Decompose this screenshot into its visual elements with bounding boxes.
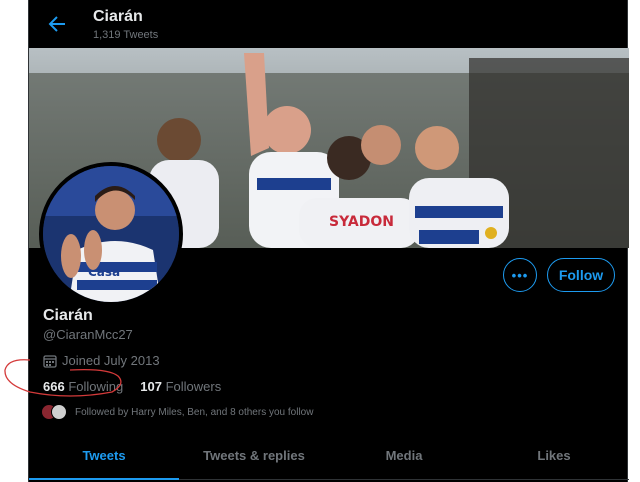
tweet-count: 1,319 Tweets bbox=[93, 29, 159, 41]
arrow-left-icon[interactable] bbox=[45, 12, 69, 36]
followed-by-text: Followed by Harry Miles, Ben, and 8 othe… bbox=[75, 406, 314, 418]
following-link[interactable]: 666 Following bbox=[43, 379, 123, 394]
mutual-avatar bbox=[51, 404, 67, 420]
followers-label: Followers bbox=[165, 379, 222, 394]
tab-media[interactable]: Media bbox=[329, 432, 479, 479]
profile-handle: @CiaranMcc27 bbox=[43, 327, 133, 342]
profile-page: Ciarán 1,319 Tweets SYADON Casa ••• Foll… bbox=[28, 0, 629, 482]
calendar-icon bbox=[43, 354, 57, 368]
follow-stats: 666 Following 107 Followers bbox=[43, 379, 221, 394]
following-count: 666 bbox=[43, 379, 65, 394]
header-title: Ciarán bbox=[93, 8, 143, 25]
following-label: Following bbox=[68, 379, 124, 394]
followers-link[interactable]: 107 Followers bbox=[140, 379, 221, 394]
more-options-button[interactable]: ••• bbox=[503, 258, 537, 292]
tab-tweets[interactable]: Tweets bbox=[29, 432, 179, 480]
profile-tabs: Tweets Tweets & replies Media Likes bbox=[29, 432, 629, 480]
tab-likes[interactable]: Likes bbox=[479, 432, 629, 479]
followers-count: 107 bbox=[140, 379, 162, 394]
follow-button[interactable]: Follow bbox=[547, 258, 615, 292]
banner-sponsor-text: SYADON bbox=[329, 214, 394, 230]
profile-name: Ciarán bbox=[43, 307, 93, 324]
joined-text: Joined July 2013 bbox=[62, 353, 160, 368]
tab-tweets-replies[interactable]: Tweets & replies bbox=[179, 432, 329, 479]
joined-date: Joined July 2013 bbox=[43, 353, 160, 368]
avatar[interactable]: Casa bbox=[39, 162, 183, 306]
followed-by[interactable]: Followed by Harry Miles, Ben, and 8 othe… bbox=[41, 404, 313, 420]
top-bar: Ciarán 1,319 Tweets bbox=[29, 0, 629, 48]
ellipsis-icon: ••• bbox=[511, 267, 529, 283]
